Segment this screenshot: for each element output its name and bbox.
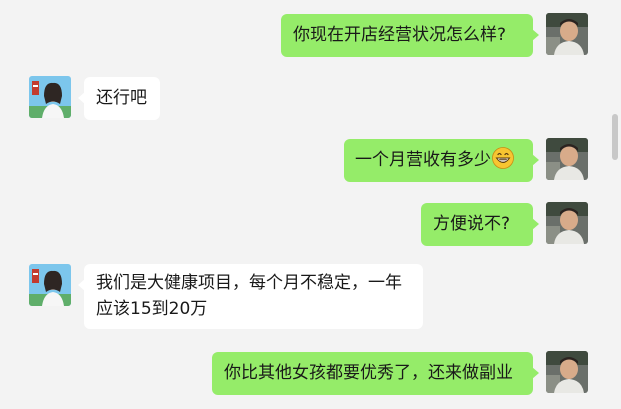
grinning-face-emoji-icon	[492, 147, 514, 169]
message-bubble-sent[interactable]: 你比其他女孩都要优秀了，还来做副业	[212, 352, 539, 395]
chat-window: 你现在开店经营状况怎么样? 还行吧 一个月营收有多少 方便说不? 我们是大健康项…	[0, 0, 621, 409]
message-line: 应该15到20万	[96, 299, 208, 319]
vertical-scrollbar[interactable]	[612, 114, 618, 160]
message-bubble-received[interactable]: 我们是大健康项目，每个月不稳定，一年 应该15到20万	[78, 264, 423, 329]
message-text: 一个月营收有多少	[355, 150, 491, 170]
message-bubble-sent[interactable]: 一个月营收有多少	[344, 139, 539, 182]
message-bubble-sent[interactable]: 你现在开店经营状况怎么样?	[281, 14, 539, 57]
message-bubble-sent[interactable]: 方便说不?	[421, 203, 539, 246]
my-avatar[interactable]	[546, 202, 588, 244]
my-avatar[interactable]	[546, 351, 588, 393]
contact-avatar[interactable]	[29, 76, 71, 118]
contact-avatar[interactable]	[29, 264, 71, 306]
my-avatar[interactable]	[546, 138, 588, 180]
message-bubble-received[interactable]: 还行吧	[78, 77, 160, 120]
my-avatar[interactable]	[546, 13, 588, 55]
message-line: 我们是大健康项目，每个月不稳定，一年	[96, 273, 402, 293]
